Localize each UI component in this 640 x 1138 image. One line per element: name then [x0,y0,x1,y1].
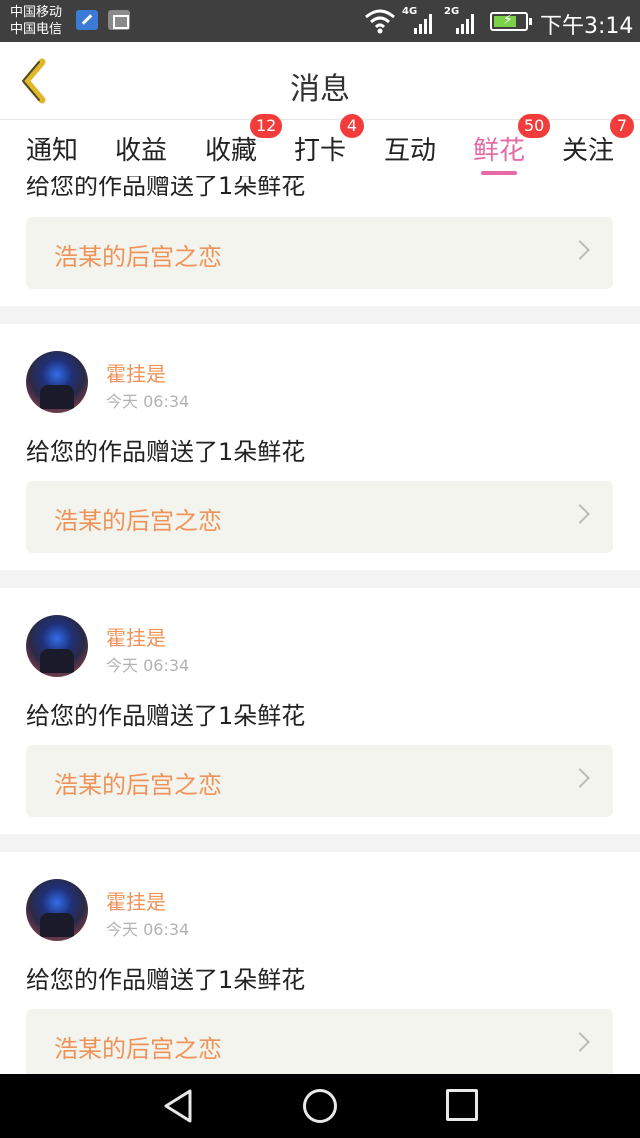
page-title: 消息 [290,72,350,107]
work-link-card[interactable]: 浩某的后宫之恋 [26,481,613,553]
badge-checkin: 4 [340,114,364,138]
chevron-right-icon [570,240,590,260]
tab-notifications[interactable]: 通知 [26,130,78,167]
carrier-1: 中国移动 [10,5,63,20]
avatar[interactable] [26,879,88,941]
user-name[interactable]: 霍挂是 [106,622,166,651]
chevron-right-icon [570,504,590,524]
wifi-icon [365,9,395,34]
user-name[interactable]: 霍挂是 [106,886,166,915]
tab-interactions[interactable]: 互动 [384,130,436,167]
badge-follows: 7 [610,114,634,138]
message-text: 给您的作品赠送了1朵鲜花 [26,176,306,200]
message-text: 给您的作品赠送了1朵鲜花 [26,966,306,994]
avatar[interactable] [26,615,88,677]
message-time: 今天 06:34 [106,920,190,939]
status-bar: 中国移动 中国电信 4G 2G ⚡ 下午3:14 [0,0,640,42]
active-tab-indicator [481,171,517,175]
status-time: 下午3:14 [540,14,634,39]
tab-checkin[interactable]: 打卡 [294,130,346,167]
work-link-card[interactable]: 浩某的后宫之恋 [26,1009,613,1074]
battery-icon: ⚡ [490,12,532,31]
chevron-right-icon [570,768,590,788]
divider [0,570,640,588]
work-title: 浩某的后宫之恋 [54,1035,222,1063]
image-notification-icon [108,10,130,30]
work-link-card[interactable]: 浩某的后宫之恋 [26,745,613,817]
work-link-card[interactable]: 浩某的后宫之恋 [26,217,613,289]
tab-favorites[interactable]: 收藏 [205,130,257,167]
circle-home-icon[interactable] [303,1089,337,1123]
divider [0,834,640,852]
message-time: 今天 06:34 [106,656,190,675]
message-time: 今天 06:34 [106,392,190,411]
carrier-2: 中国电信 [10,22,63,37]
user-name[interactable]: 霍挂是 [106,358,166,387]
message-text: 给您的作品赠送了1朵鲜花 [26,438,306,466]
message-feed[interactable]: 给您的作品赠送了1朵鲜花 浩某的后宫之恋 霍挂是 今天 06:34 给您的作品赠… [0,176,640,1074]
message-text: 给您的作品赠送了1朵鲜花 [26,702,306,730]
tab-flowers[interactable]: 鲜花 [473,130,525,167]
work-title: 浩某的后宫之恋 [54,243,222,271]
system-nav-bar [0,1074,640,1138]
header: 消息 [0,42,640,120]
badge-favorites: 12 [250,114,283,138]
carrier-labels: 中国移动 中国电信 [10,4,62,38]
tab-follows[interactable]: 关注 [562,130,614,167]
app-notification-icon [76,10,98,30]
tab-earnings[interactable]: 收益 [115,130,167,167]
divider [0,306,640,324]
square-recent-icon[interactable] [446,1089,478,1121]
work-title: 浩某的后宫之恋 [54,771,222,799]
avatar[interactable] [26,351,88,413]
badge-flowers: 50 [518,114,551,138]
chevron-right-icon [570,1032,590,1052]
triangle-back-icon[interactable] [162,1088,194,1124]
work-title: 浩某的后宫之恋 [54,507,222,535]
